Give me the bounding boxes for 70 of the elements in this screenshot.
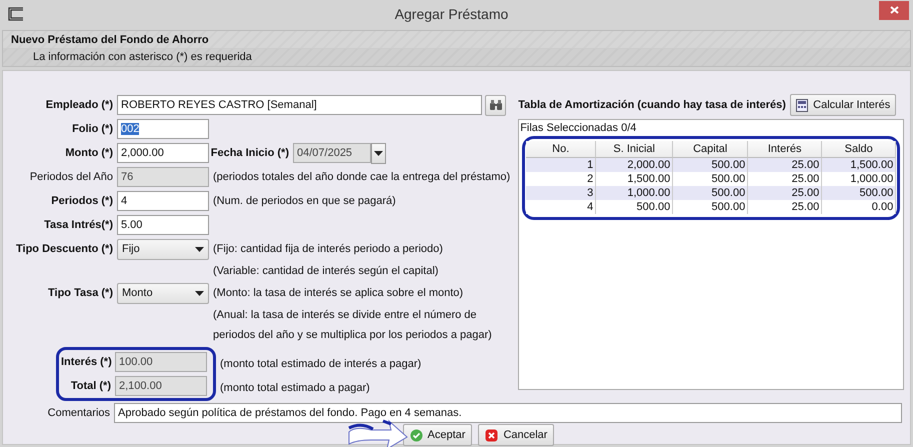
table-cell: 500.00: [673, 158, 748, 172]
header-title: Nuevo Préstamo del Fondo de Ahorro: [10, 33, 210, 48]
column-header[interactable]: Interés: [748, 141, 822, 158]
field-label: Tasa Intrés(*): [43, 219, 113, 231]
calculate-button[interactable]: Calcular Interés: [790, 94, 896, 116]
check-icon: [410, 428, 423, 442]
hint-text: (Num. de periodos en que se pagará): [213, 195, 396, 207]
field-label: Total (*): [70, 380, 111, 392]
table-cell: 1: [526, 158, 596, 172]
input-field[interactable]: 2,100.00: [115, 376, 207, 396]
table-cell: 25.00: [748, 158, 822, 172]
caret-icon: [195, 290, 204, 296]
field-label: Monto (*): [64, 147, 113, 159]
hint-text: periodos del año y se multiplica por los periodos a pagar): [213, 329, 492, 341]
caret-icon: [195, 246, 204, 252]
field-label: Fecha Inicio (*): [210, 147, 289, 159]
hint-text: (monto total estimado a pagar): [220, 382, 370, 394]
employee-field[interactable]: ROBERTO REYES CASTRO [Semanal]: [117, 95, 482, 115]
table-cell: 1,000.00: [596, 186, 674, 200]
field-label: Folio (*): [71, 123, 113, 135]
header-subtitle: La información con asterisco (*) es requerida: [3, 48, 910, 66]
cancel-icon: [485, 428, 498, 442]
input-field[interactable]: 002: [117, 119, 209, 139]
field-label: Tipo Descuento (*): [15, 243, 113, 255]
dropdown[interactable]: Monto: [117, 282, 209, 304]
table-cell: 25.00: [748, 186, 822, 200]
table-title: Tabla de Amortización (cuando hay tasa de interés): [518, 99, 786, 111]
table-cell: 1,500.00: [822, 158, 896, 172]
table-cell: 3: [526, 186, 596, 200]
input-field[interactable]: 2,000.00: [117, 143, 209, 163]
app-icon: [8, 7, 24, 21]
field-label: Periodos del Año: [28, 171, 113, 183]
field-label: Tipo Tasa (*): [47, 287, 113, 299]
comments-field[interactable]: Aprobado según política de préstamos del fondo. Pago en 4 semanas.: [114, 403, 902, 423]
hint-text: (Monto: la tasa de interés se aplica sobre el monto): [213, 287, 464, 299]
arrow-drawing: [346, 418, 409, 447]
binoculars-icon: [490, 100, 502, 110]
table-cell: 500.00: [822, 186, 896, 200]
hint-text: (periodos totales del año donde cae la entrega del préstamo): [213, 171, 510, 183]
hint-text: (Fijo: cantidad fija de interés periodo a periodo): [213, 243, 443, 255]
search-button[interactable]: [485, 94, 506, 116]
column-header[interactable]: Capital: [673, 141, 748, 158]
table-cell: 500.00: [673, 186, 748, 200]
accept-button[interactable]: Aceptar: [402, 424, 472, 446]
table-cell: 2,000.00: [596, 158, 674, 172]
field-label: Comentarios: [46, 407, 110, 419]
field-label: Empleado (*): [44, 99, 113, 111]
close-button[interactable]: [879, 0, 909, 20]
input-field[interactable]: 4: [117, 191, 209, 211]
date-dropdown-button[interactable]: [371, 142, 386, 164]
hint-text: (monto total estimado de interés a pagar): [220, 358, 422, 370]
selection-count: Filas Seleccionadas 0/4: [520, 122, 638, 136]
input-field[interactable]: 5.00: [117, 215, 209, 235]
column-header[interactable]: S. Inicial: [596, 141, 674, 158]
caret-icon: [374, 150, 383, 156]
close-icon: [890, 6, 898, 14]
column-header[interactable]: Saldo: [822, 141, 896, 158]
field-label: Interés (*): [61, 356, 111, 368]
hint-text: (Variable: cantidad de interés según el capital): [213, 265, 438, 277]
calculator-icon: [796, 98, 808, 112]
input-field[interactable]: 76: [117, 167, 209, 187]
input-field[interactable]: 100.00: [115, 352, 207, 372]
table-cell: 4: [526, 200, 596, 214]
dropdown[interactable]: Fijo: [117, 238, 209, 260]
cancel-button[interactable]: Cancelar: [478, 424, 554, 446]
field-label: Periodos (*): [50, 195, 113, 207]
hint-text: (Anual: la tasa de interés se divide entre el número de: [213, 309, 477, 321]
column-header[interactable]: No.: [526, 141, 596, 158]
window-title: Agregar Préstamo: [394, 6, 510, 22]
date-field[interactable]: 04/07/2025: [293, 143, 371, 163]
